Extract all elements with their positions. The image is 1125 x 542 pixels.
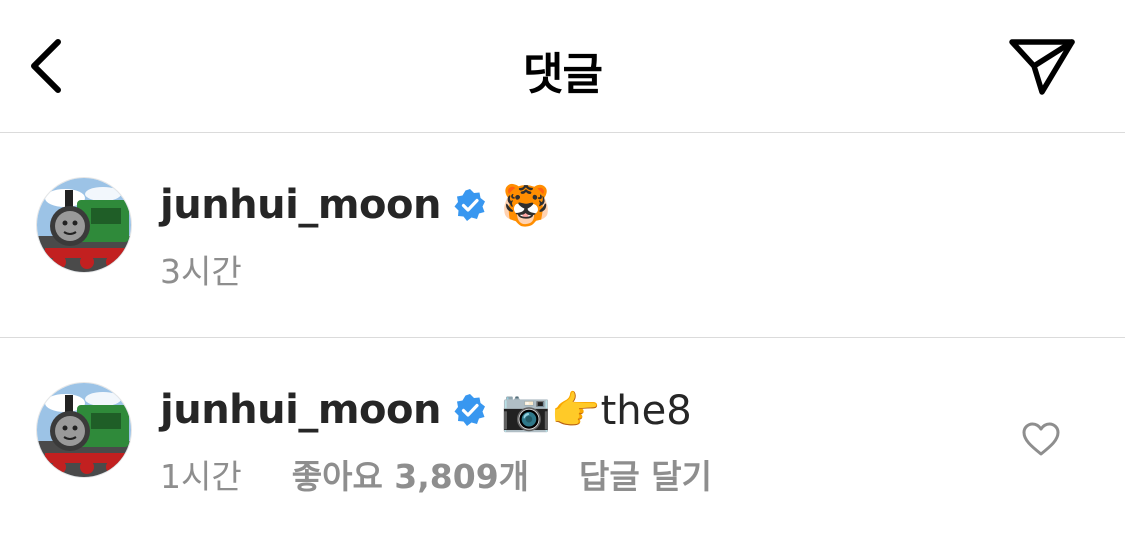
comment-time: 1시간 <box>160 457 242 496</box>
comment-time: 3시간 <box>160 252 242 291</box>
reply-button[interactable]: 답글 달기 <box>579 450 712 498</box>
username[interactable]: junhui_moon <box>160 182 441 228</box>
avatar[interactable] <box>36 177 132 273</box>
heart-icon <box>1022 422 1060 456</box>
like-button[interactable] <box>1018 416 1064 462</box>
avatar-image <box>37 383 131 477</box>
comment-item: junhui_moon 📷👉the8 1시간 좋아요 3,809개 답글 달기 <box>0 338 1125 542</box>
verified-badge-icon <box>453 393 487 427</box>
username[interactable]: junhui_moon <box>160 387 441 433</box>
share-button[interactable] <box>1000 28 1084 104</box>
page-title: 댓글 <box>523 49 603 100</box>
verified-badge-icon <box>453 188 487 222</box>
comment-text: 📷👉the8 <box>500 387 692 434</box>
likes-count[interactable]: 좋아요 3,809개 <box>292 450 529 498</box>
avatar[interactable] <box>36 382 132 478</box>
comment-item: junhui_moon 🐯 3시간 <box>0 133 1125 338</box>
comment-meta: 3시간 <box>160 247 242 291</box>
avatar-image <box>37 178 131 272</box>
comment-text: 🐯 <box>500 182 551 229</box>
comment-line: junhui_moon 🐯 <box>160 177 551 233</box>
top-bar: 댓글 <box>0 0 1125 133</box>
paper-plane-icon <box>1009 39 1075 95</box>
comment-meta: 1시간 좋아요 3,809개 답글 달기 <box>160 452 712 496</box>
comment-line: junhui_moon 📷👉the8 <box>160 382 692 438</box>
